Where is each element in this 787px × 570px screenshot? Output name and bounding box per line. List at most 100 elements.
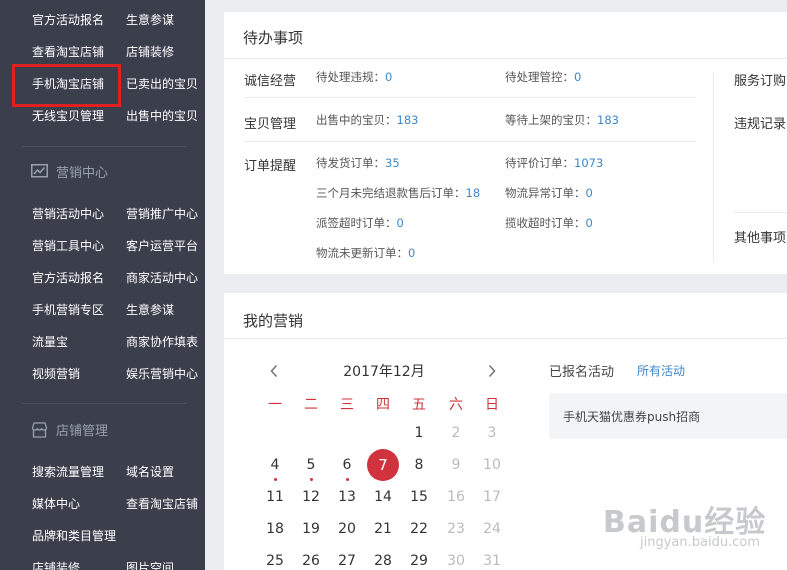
calendar-day[interactable]: 23 (441, 521, 471, 537)
sidebar-item-sold-items[interactable]: 已卖出的宝贝 (126, 68, 205, 100)
calendar-day[interactable]: 27 (332, 553, 362, 569)
sidebar-item-store-decoration[interactable]: 店铺装修 (126, 36, 205, 68)
calendar-day[interactable]: 29 (404, 553, 434, 569)
calendar-day[interactable]: 28 (368, 553, 398, 569)
divider (224, 58, 787, 59)
calendar-weekday: 五 (412, 397, 426, 413)
calendar-day[interactable]: 22 (404, 521, 434, 537)
calendar-day[interactable]: 5 (296, 457, 326, 473)
calendar-day[interactable]: 24 (477, 521, 507, 537)
calendar-day[interactable]: 25 (260, 553, 290, 569)
sidebar-item-marketing-activity[interactable]: 营销活动中心 (32, 198, 126, 230)
calendar-day[interactable]: 11 (260, 489, 290, 505)
orders-to-ship[interactable]: 待发货订单：35 (316, 155, 400, 171)
sidebar-item-domain-settings[interactable]: 域名设置 (126, 456, 205, 488)
service-order-link[interactable]: 服务订购 (734, 70, 786, 89)
calendar-day[interactable]: 3 (477, 425, 507, 441)
sidebar-item-media-center[interactable]: 媒体中心 (32, 488, 126, 520)
calendar-day[interactable]: 20 (332, 521, 362, 537)
integrity-label: 诚信经营 (244, 74, 297, 89)
calendar-day[interactable]: 12 (296, 489, 326, 505)
sidebar-item-search-traffic[interactable]: 搜索流量管理 (32, 456, 126, 488)
delivery-timeout-orders[interactable]: 派签超时订单：0 (316, 215, 404, 231)
sidebar-item-empty (126, 520, 205, 552)
sidebar-item-store-decoration-2[interactable]: 店铺装修 (32, 552, 126, 570)
section-store[interactable]: 店铺管理 (31, 420, 108, 439)
sidebar-item-marketing-promotion[interactable]: 营销推广中心 (126, 198, 205, 230)
sidebar-item-official-activity-2[interactable]: 官方活动报名 (32, 262, 126, 294)
calendar-day[interactable]: 2 (441, 425, 471, 441)
orders-label: 订单提醒 (244, 159, 297, 174)
section-marketing-title: 营销中心 (56, 166, 109, 181)
calendar-day[interactable]: 16 (441, 489, 471, 505)
other-items-link[interactable]: 其他事项 (734, 227, 786, 246)
section-marketing[interactable]: 营销中心 (31, 162, 108, 181)
sidebar-item-customer-ops[interactable]: 客户运营平台 (126, 230, 205, 262)
sidebar-group-marketing: 营销活动中心 营销推广中心 营销工具中心 客户运营平台 官方活动报名 商家活动中… (32, 198, 205, 390)
calendar-day[interactable]: 15 (404, 489, 434, 505)
sidebar-item-mobile-marketing[interactable]: 手机营销专区 (32, 294, 126, 326)
divider (244, 97, 696, 98)
sidebar-item-video-marketing[interactable]: 视频营销 (32, 358, 126, 390)
activity-item-text: 手机天猫优惠券push招商 (563, 410, 701, 424)
items-on-sale-count[interactable]: 出售中的宝贝：183 (316, 112, 418, 128)
registered-activities-label: 已报名活动 (549, 365, 615, 380)
calendar-event-dot (274, 478, 277, 481)
logistics-not-updated-orders[interactable]: 物流未更新订单：0 (316, 245, 415, 261)
sidebar-item-cooperation-form[interactable]: 商家协作填表 (126, 326, 205, 358)
calendar-weekday: 四 (376, 397, 390, 413)
violation-record-link[interactable]: 违规记录 (734, 113, 786, 132)
goods-label: 宝贝管理 (244, 117, 297, 132)
logistics-abnormal-orders[interactable]: 物流异常订单：0 (505, 185, 593, 201)
sidebar-item-merchant-activity[interactable]: 商家活动中心 (126, 262, 205, 294)
pickup-timeout-orders[interactable]: 揽收超时订单：0 (505, 215, 593, 231)
calendar-day[interactable]: 4 (260, 457, 290, 473)
sidebar-item-official-activity[interactable]: 官方活动报名 (32, 4, 126, 36)
todo-card: 待办事项 诚信经营 待处理违规：0 待处理管控：0 宝贝管理 出售中的宝贝：18… (224, 12, 787, 274)
refund-orders[interactable]: 三个月未完结退款售后订单：18 (316, 185, 480, 201)
calendar-day[interactable]: 19 (296, 521, 326, 537)
calendar-day[interactable]: 1 (404, 425, 434, 441)
sidebar-item-business-advisor[interactable]: 生意参谋 (126, 4, 205, 36)
calendar-day[interactable]: 31 (477, 553, 507, 569)
calendar-day[interactable]: 10 (477, 457, 507, 473)
calendar-weekday: 六 (449, 397, 463, 413)
calendar-day[interactable]: 18 (260, 521, 290, 537)
calendar-day[interactable]: 26 (296, 553, 326, 569)
pending-violations[interactable]: 待处理违规：0 (316, 69, 392, 85)
sidebar-item-marketing-tools[interactable]: 营销工具中心 (32, 230, 126, 262)
sidebar-item-entertainment-marketing[interactable]: 娱乐营销中心 (126, 358, 205, 390)
next-month-icon[interactable] (487, 364, 497, 378)
calendar-today[interactable]: 7 (367, 449, 399, 481)
sidebar-item-brand-category[interactable]: 品牌和类目管理 (32, 520, 126, 552)
prev-month-icon[interactable] (269, 364, 279, 378)
calendar-day[interactable]: 17 (477, 489, 507, 505)
calendar-day[interactable]: 9 (441, 457, 471, 473)
calendar-day[interactable]: 13 (332, 489, 362, 505)
calendar-weekday: 日 (485, 397, 499, 413)
highlight-box (12, 64, 121, 107)
orders-to-review[interactable]: 待评价订单：1073 (505, 155, 603, 171)
activity-item[interactable]: 手机天猫优惠券push招商 (549, 393, 787, 439)
calendar-event-dot (310, 478, 313, 481)
items-waiting-count[interactable]: 等待上架的宝贝：183 (505, 112, 619, 128)
sidebar-divider (22, 403, 187, 404)
watermark-url: jingyan.baidu.com (640, 535, 760, 550)
vertical-divider (713, 72, 714, 262)
marketing-title: 我的营销 (243, 312, 304, 330)
calendar-day[interactable]: 14 (368, 489, 398, 505)
calendar-day[interactable]: 8 (404, 457, 434, 473)
sidebar-item-image-space[interactable]: 图片空间 (126, 552, 205, 570)
section-store-title: 店铺管理 (56, 424, 109, 439)
sidebar-item-business-advisor-2[interactable]: 生意参谋 (126, 294, 205, 326)
sidebar-item-items-on-sale[interactable]: 出售中的宝贝 (126, 100, 205, 132)
store-icon (31, 421, 48, 438)
sidebar-item-liuliangbao[interactable]: 流量宝 (32, 326, 126, 358)
all-activities-link[interactable]: 所有活动 (637, 362, 685, 379)
sidebar-item-view-store-2[interactable]: 查看淘宝店铺 (126, 488, 205, 520)
calendar-day[interactable]: 21 (368, 521, 398, 537)
calendar-weekday: 一 (268, 397, 282, 413)
pending-controls[interactable]: 待处理管控：0 (505, 69, 581, 85)
calendar-day[interactable]: 6 (332, 457, 362, 473)
calendar-day[interactable]: 30 (441, 553, 471, 569)
